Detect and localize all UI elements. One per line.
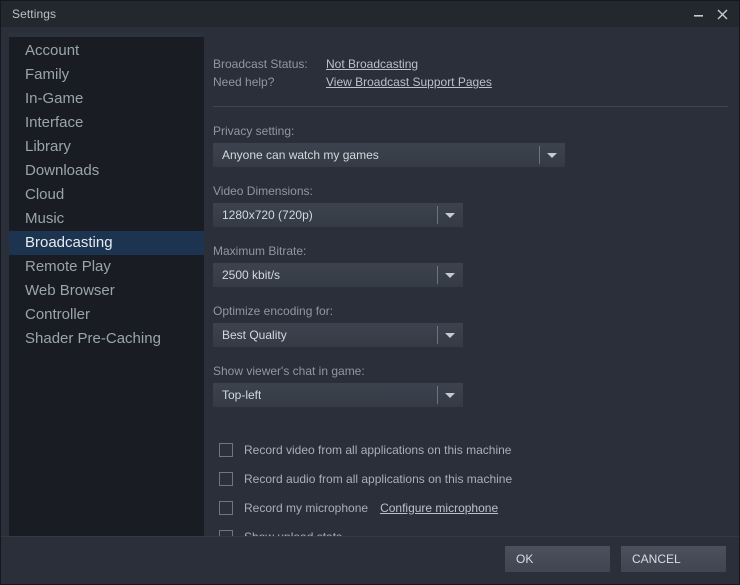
maximum-bitrate-label: Maximum Bitrate: (213, 244, 307, 258)
maximum-bitrate-dropdown-arrow-zone[interactable] (437, 263, 463, 287)
sidebar-nav-list: Account Family In-Game Interface Library Down… (9, 37, 204, 351)
sidebar-item-downloads[interactable]: Downloads (9, 159, 204, 183)
sidebar-item-broadcasting[interactable]: Broadcasting (9, 231, 204, 255)
broadcast-status-value-cell: Not Broadcasting (326, 57, 492, 75)
optimize-encoding-for-value: Best Quality (222, 328, 287, 342)
optimize-encoding-for-dropdown[interactable]: Best Quality (213, 323, 463, 347)
need-help-label: Need help? (213, 75, 275, 89)
chevron-down-icon (547, 152, 557, 158)
sidebar-item-controller[interactable]: Controller (9, 303, 204, 327)
support-link-cell: View Broadcast Support Pages (326, 75, 492, 93)
window-controls (687, 1, 733, 27)
dialog-footer: OK CANCEL (1, 536, 739, 584)
sidebar-item-interface[interactable]: Interface (9, 111, 204, 135)
broadcast-status-table: Broadcast Status: Not Broadcasting Need … (213, 57, 492, 93)
checkbox-label-record-audio-from-all-applications-on-this-machine: Record audio from all applications on th… (244, 471, 513, 486)
chevron-down-icon (445, 212, 455, 218)
checkbox-label-record-video-from-all-applications-on-this-machine: Record video from all applications on th… (244, 442, 512, 457)
video-dimensions-value: 1280x720 (720p) (222, 208, 313, 222)
sidebar-item-music[interactable]: Music (9, 207, 204, 231)
sidebar-item-family[interactable]: Family (9, 63, 204, 87)
minimize-button[interactable] (687, 3, 709, 25)
show-viewer-s-chat-in-game-label: Show viewer's chat in game: (213, 364, 365, 378)
show-viewer-s-chat-in-game-value: Top-left (222, 388, 262, 402)
sidebar-item-label: Library (25, 138, 71, 155)
close-button[interactable] (711, 3, 733, 25)
sidebar-item-label: Interface (25, 114, 84, 131)
configure-microphone-link[interactable]: Configure microphone (380, 501, 498, 515)
header-divider (213, 106, 728, 107)
dropdown-separator (437, 326, 438, 344)
optimize-encoding-for-label: Optimize encoding for: (213, 304, 334, 318)
sidebar-item-web-browser[interactable]: Web Browser (9, 279, 204, 303)
footer-buttons: OK CANCEL (505, 546, 726, 572)
checkbox-label-record-my-microphone: Record my microphone (244, 500, 369, 515)
sidebar-item-library[interactable]: Library (9, 135, 204, 159)
video-dimensions-dropdown[interactable]: 1280x720 (720p) (213, 203, 463, 227)
settings-fields: Privacy setting: Anyone can watch my game… (213, 124, 729, 407)
dropdown-separator (437, 206, 438, 224)
sidebar-item-label: Broadcasting (25, 234, 113, 251)
broadcast-status-link[interactable]: Not Broadcasting (326, 57, 418, 71)
sidebar-item-label: Family (25, 66, 70, 83)
checkbox-record-video-from-all-applications-on-this-machine[interactable] (219, 442, 233, 457)
dropdown-separator (437, 386, 438, 404)
chevron-down-icon (445, 272, 455, 278)
maximum-bitrate-dropdown[interactable]: 2500 kbit/s (213, 263, 463, 287)
checkbox-row-record-video-from-all-applications-on-this-machine: Record video from all applications on th… (213, 435, 729, 464)
sidebar-item-shader-pre-caching[interactable]: Shader Pre-Caching (9, 327, 204, 351)
minimize-icon (693, 14, 703, 17)
broadcasting-panel: Broadcast Status: Not Broadcasting Need … (213, 57, 729, 573)
dropdown-separator (437, 266, 438, 284)
checkbox-record-audio-from-all-applications-on-this-machine[interactable] (219, 471, 233, 486)
title-bar: Settings (1, 1, 739, 27)
optimize-encoding-for-dropdown-arrow-zone[interactable] (437, 323, 463, 347)
show-viewer-s-chat-in-game-dropdown[interactable]: Top-left (213, 383, 463, 407)
privacy-setting-label: Privacy setting: (213, 124, 295, 138)
broadcast-status-label: Broadcast Status: (213, 57, 308, 71)
sidebar-item-label: Remote Play (25, 258, 111, 275)
sidebar-item-remote-play[interactable]: Remote Play (9, 255, 204, 279)
sidebar-item-account[interactable]: Account (9, 39, 204, 63)
dropdown-separator (539, 146, 540, 164)
broadcast-support-link[interactable]: View Broadcast Support Pages (326, 75, 492, 89)
checkbox-row-record-audio-from-all-applications-on-this-machine: Record audio from all applications on th… (213, 464, 729, 493)
video-dimensions-dropdown-arrow-zone[interactable] (437, 203, 463, 227)
sidebar-item-label: Downloads (25, 162, 100, 179)
dialog-body: Account Family In-Game Interface Library Down… (1, 27, 739, 573)
sidebar-item-label: Shader Pre-Caching (25, 330, 161, 347)
ok-button[interactable]: OK (505, 546, 610, 572)
sidebar-item-label: Cloud (25, 186, 65, 203)
sidebar-item-label: Music (25, 210, 65, 227)
video-dimensions-label: Video Dimensions: (213, 184, 313, 198)
maximum-bitrate-value: 2500 kbit/s (222, 268, 281, 282)
window-title: Settings (12, 7, 57, 21)
need-help-row: Need help? View Broadcast Support Pages (213, 75, 492, 93)
sidebar-item-label: Controller (25, 306, 91, 323)
chevron-down-icon (445, 392, 455, 398)
settings-sidebar: Account Family In-Game Interface Library Down… (9, 32, 204, 565)
privacy-setting-dropdown[interactable]: Anyone can watch my games (213, 143, 565, 167)
sidebar-item-in-game[interactable]: In-Game (9, 87, 204, 111)
broadcast-status-row: Broadcast Status: Not Broadcasting (213, 57, 492, 75)
sidebar-item-label: In-Game (25, 90, 84, 107)
privacy-setting-value: Anyone can watch my games (222, 148, 379, 162)
privacy-setting-dropdown-arrow-zone[interactable] (539, 143, 565, 167)
chevron-down-icon (445, 332, 455, 338)
sidebar-item-cloud[interactable]: Cloud (9, 183, 204, 207)
checkbox-record-my-microphone[interactable] (219, 500, 233, 515)
cancel-button[interactable]: CANCEL (621, 546, 726, 572)
close-icon (717, 9, 727, 19)
sidebar-item-label: Account (25, 42, 80, 59)
show-viewer-s-chat-in-game-dropdown-arrow-zone[interactable] (437, 383, 463, 407)
checkbox-row-record-my-microphone: Record my microphone Configure microphone (213, 493, 729, 522)
settings-window: Settings Account Family In-Game Interface Li… (0, 0, 740, 585)
sidebar-item-label: Web Browser (25, 282, 115, 299)
